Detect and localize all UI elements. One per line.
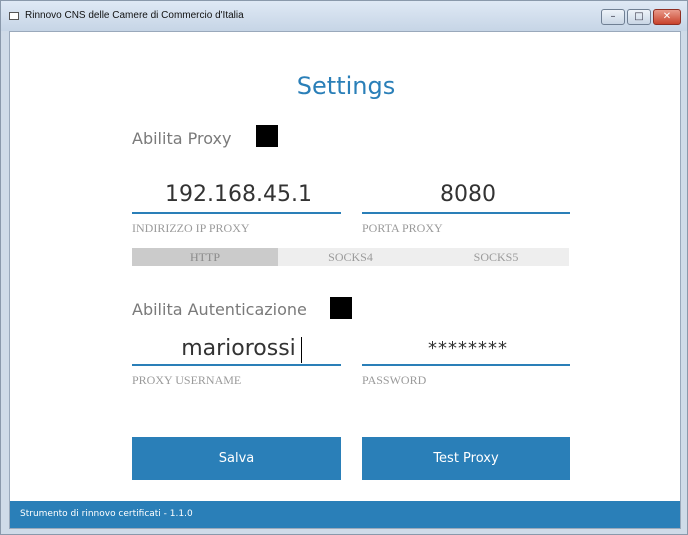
enable-proxy-checkbox[interactable] <box>256 125 278 147</box>
close-icon: ✕ <box>662 11 672 22</box>
password-underline <box>362 364 570 366</box>
enable-proxy-label: Abilita Proxy <box>132 129 232 148</box>
close-button[interactable]: ✕ <box>653 9 681 25</box>
test-proxy-button[interactable]: Test Proxy <box>362 437 570 480</box>
proxy-ip-underline <box>132 212 341 214</box>
enable-auth-checkbox[interactable] <box>330 297 352 319</box>
proxy-type-socks4[interactable]: SOCKS4 <box>278 248 423 266</box>
minimize-icon: – <box>610 11 616 22</box>
proxy-ip-caption: INDIRIZZO IP PROXY <box>132 221 250 235</box>
proxy-port-caption: PORTA PROXY <box>362 221 443 235</box>
proxy-ip-input[interactable] <box>132 177 345 213</box>
title-bar[interactable]: Rinnovo CNS delle Camere di Commercio d'… <box>1 1 687 31</box>
app-window: Rinnovo CNS delle Camere di Commercio d'… <box>0 0 688 535</box>
maximize-icon: □ <box>634 11 644 22</box>
proxy-username-caption: PROXY USERNAME <box>132 373 242 387</box>
settings-panel: Settings Abilita Proxy INDIRIZZO IP PROX… <box>9 31 681 529</box>
window-title: Rinnovo CNS delle Camere di Commercio d'… <box>25 10 244 21</box>
proxy-type-socks5[interactable]: SOCKS5 <box>423 248 569 266</box>
enable-auth-label: Abilita Autenticazione <box>132 300 307 319</box>
proxy-port-input[interactable] <box>362 177 574 213</box>
page-title: Settings <box>296 72 396 100</box>
text-cursor <box>301 337 302 363</box>
password-input[interactable] <box>362 331 574 367</box>
footer-version-text: Strumento di rinnovo certificati - 1.1.0 <box>20 509 193 519</box>
app-window-icon <box>9 12 19 20</box>
minimize-button[interactable]: – <box>601 9 625 25</box>
password-caption: PASSWORD <box>362 373 427 387</box>
proxy-username-underline <box>132 364 341 366</box>
save-button[interactable]: Salva <box>132 437 341 480</box>
proxy-username-input[interactable] <box>132 331 345 367</box>
status-footer: Strumento di rinnovo certificati - 1.1.0 <box>10 501 680 528</box>
proxy-type-http[interactable]: HTTP <box>132 248 278 266</box>
proxy-port-underline <box>362 212 570 214</box>
maximize-button[interactable]: □ <box>627 9 651 25</box>
